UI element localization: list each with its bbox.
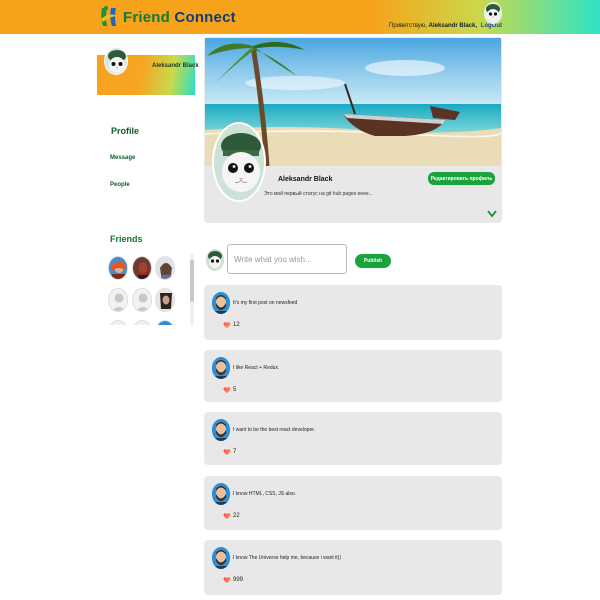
sidebar-item-profile[interactable]: Profile	[111, 126, 139, 136]
heart-icon[interactable]	[223, 321, 231, 329]
heart-icon[interactable]	[223, 576, 231, 584]
heart-icon[interactable]	[223, 448, 231, 456]
chevron-down-icon[interactable]	[487, 210, 497, 218]
person-photo-icon	[156, 289, 174, 311]
post-author-avatar[interactable]	[212, 292, 230, 314]
friend-avatar[interactable]	[155, 288, 175, 312]
brand-first: Friend	[123, 8, 171, 26]
logo[interactable]: Friend Connect	[98, 3, 236, 31]
like-count: 5	[233, 387, 237, 393]
like-count: 999	[233, 577, 244, 583]
greeting-user-name: Aleksandr Black,	[428, 23, 477, 29]
post-author-avatar[interactable]	[212, 547, 230, 569]
top-header: Friend Connect Приветствую, Aleksandr Bl…	[0, 0, 600, 34]
profile-name: Aleksandr Black	[278, 176, 333, 183]
friend-avatar[interactable]	[132, 256, 152, 280]
publish-button[interactable]: Publish	[355, 254, 391, 268]
heart-icon[interactable]	[223, 512, 231, 520]
bearded-man-avatar-icon	[212, 547, 230, 569]
brand-second: Connect	[174, 8, 236, 26]
friends-list[interactable]	[106, 254, 194, 325]
sidebar-item-message[interactable]: Message	[110, 155, 135, 161]
post-card: I know HTML, CSS, JS also. 22	[204, 476, 502, 530]
post-text: I want to be the best react developer.	[233, 427, 315, 433]
post-text: I know The Universe help me, because i w…	[233, 555, 342, 561]
post-text: It's my first post on newsfeed	[233, 300, 298, 306]
post-text: I like React + Redux.	[233, 365, 280, 371]
friend-avatar[interactable]	[155, 256, 175, 280]
friend-avatar[interactable]	[108, 288, 128, 312]
post-likes[interactable]: 12	[223, 321, 240, 329]
friends-scrollbar-thumb[interactable]	[190, 260, 194, 302]
friend-avatar[interactable]	[108, 320, 128, 325]
post-author-avatar[interactable]	[212, 483, 230, 505]
sidebar-profile-name: Aleksandr Black	[152, 63, 199, 69]
sidebar-avatar[interactable]	[104, 47, 128, 75]
like-count: 22	[233, 513, 240, 519]
user-placeholder-icon	[133, 289, 151, 311]
bearded-man-avatar-icon	[212, 419, 230, 441]
post-likes[interactable]: 22	[223, 512, 240, 520]
friend-avatar[interactable]	[132, 320, 152, 325]
friends-title: Friends	[110, 234, 143, 244]
post-author-avatar[interactable]	[212, 357, 230, 379]
like-count: 12	[233, 322, 240, 328]
bearded-man-avatar-icon	[212, 292, 230, 314]
brand-name: Friend Connect	[123, 9, 236, 26]
person-photo-icon	[156, 257, 174, 279]
post-likes[interactable]: 7	[223, 448, 236, 456]
person-photo-icon	[133, 257, 151, 279]
edit-profile-button[interactable]: Редактировать профиль	[428, 172, 495, 185]
greeting: Приветствую, Aleksandr Black, LogOut	[389, 23, 502, 29]
cat-avatar-icon	[484, 2, 502, 24]
heart-icon[interactable]	[223, 386, 231, 394]
post-author-avatar[interactable]	[212, 419, 230, 441]
post-input[interactable]	[227, 244, 347, 274]
greeting-prefix: Приветствую,	[389, 23, 427, 29]
post-likes[interactable]: 5	[223, 386, 236, 394]
post-card: It's my first post on newsfeed 12	[204, 285, 502, 340]
person-photo-icon	[109, 257, 127, 279]
friend-connect-logo-icon	[101, 6, 118, 26]
post-card: I want to be the best react developer. 7	[204, 412, 502, 465]
post-text: I know HTML, CSS, JS also.	[233, 491, 297, 497]
composer-avatar	[206, 249, 224, 271]
friend-avatar[interactable]	[155, 320, 175, 325]
friend-avatar[interactable]	[108, 256, 128, 280]
bearded-man-avatar-icon	[212, 357, 230, 379]
profile-status: Это мой первый статус на git hub pages e…	[264, 191, 373, 197]
post-likes[interactable]: 999	[223, 576, 243, 584]
friend-avatar[interactable]	[132, 288, 152, 312]
profile-avatar[interactable]	[212, 122, 266, 202]
sidebar-item-people[interactable]: People	[110, 182, 130, 188]
post-card: I know The Universe help me, because i w…	[204, 540, 502, 595]
user-placeholder-icon	[109, 289, 127, 311]
cat-avatar-icon	[206, 249, 224, 271]
bearded-man-avatar-icon	[212, 483, 230, 505]
post-card: I like React + Redux. 5	[204, 350, 502, 402]
header-avatar[interactable]	[484, 2, 502, 24]
like-count: 7	[233, 449, 237, 455]
